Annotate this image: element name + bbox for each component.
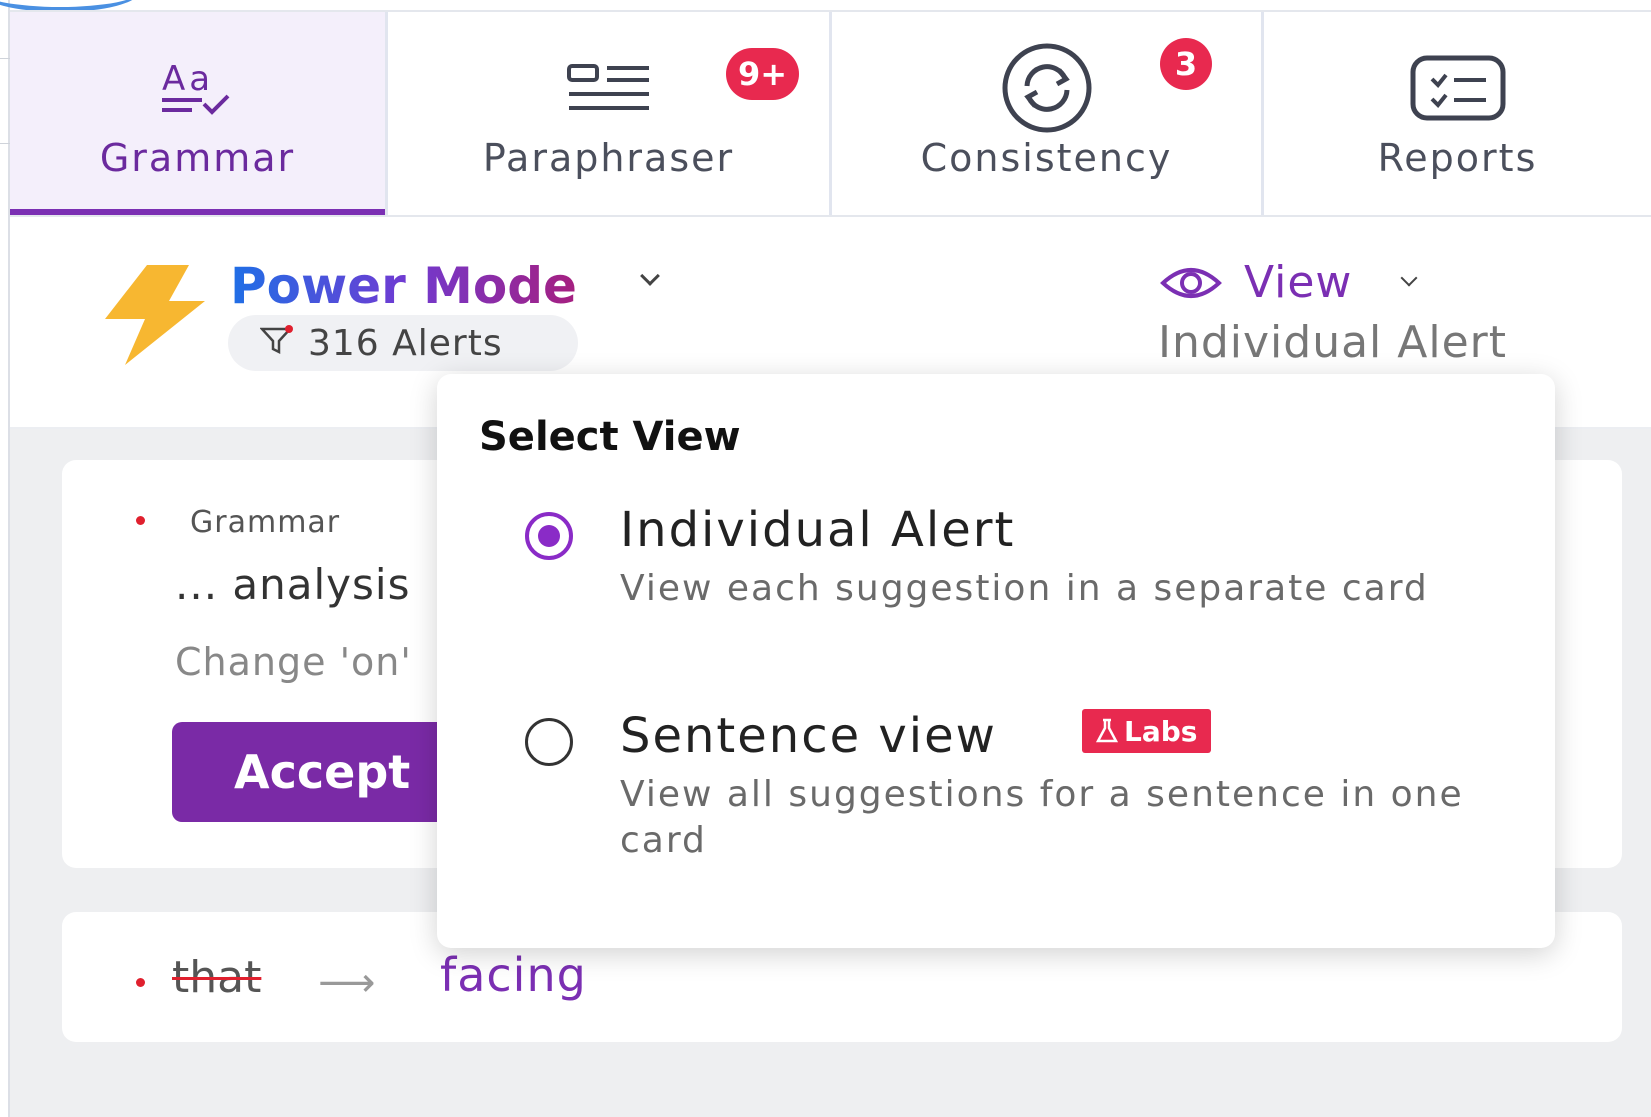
svg-text:Aa: Aa <box>162 59 214 99</box>
tab-label: Reports <box>1377 136 1538 180</box>
tab-reports[interactable]: Reports <box>1264 12 1651 215</box>
alert-snippet: ... analysis <box>175 560 411 609</box>
radio-sentence-view[interactable] <box>525 718 573 766</box>
alert-category: Grammar <box>190 505 341 540</box>
original-word: that <box>172 952 262 1003</box>
arrow-right-icon: ⟶ <box>318 960 376 1006</box>
replacement-word[interactable]: facing <box>440 948 587 1002</box>
tab-label: Consistency <box>920 136 1173 180</box>
option-description: View all suggestions for a sentence in o… <box>620 774 1464 861</box>
divider <box>0 58 10 59</box>
view-label: View <box>1244 257 1353 308</box>
view-dropdown[interactable]: View <box>1160 257 1352 308</box>
notification-badge: 3 <box>1160 38 1212 90</box>
option-description: View each suggestion in a separate card <box>620 568 1429 609</box>
left-strip <box>0 0 10 1117</box>
feature-tabs: Aa Grammar Paraphraser 9+ Consistency 3 … <box>10 10 1651 217</box>
radio-individual-alert[interactable] <box>525 512 573 560</box>
chevron-down-icon[interactable] <box>1400 269 1418 287</box>
accept-button[interactable]: Accept <box>172 722 472 822</box>
filter-icon <box>259 323 294 364</box>
labs-badge: Labs <box>1082 709 1212 753</box>
consistency-icon <box>999 43 1095 133</box>
select-view-dropdown: Select View Individual Alert View each s… <box>437 374 1555 948</box>
labs-label: Labs <box>1124 714 1198 748</box>
lightning-bolt-icon <box>105 265 205 369</box>
current-view-value: Individual Alert <box>1158 317 1508 368</box>
tab-consistency[interactable]: Consistency 3 <box>832 12 1264 215</box>
dropdown-title: Select View <box>479 414 741 460</box>
tab-paraphraser[interactable]: Paraphraser 9+ <box>388 12 832 215</box>
mode-title[interactable]: Power Mode <box>230 257 577 315</box>
option-title[interactable]: Sentence view <box>620 708 997 764</box>
alert-hint: Change 'on' <box>175 640 412 684</box>
notification-badge: 9+ <box>726 48 800 100</box>
chevron-down-icon[interactable] <box>640 266 660 286</box>
reports-icon <box>1410 54 1506 122</box>
eye-icon <box>1160 263 1222 303</box>
paraphraser-icon <box>566 54 651 122</box>
alerts-count: 316 Alerts <box>308 322 503 364</box>
tab-grammar[interactable]: Aa Grammar <box>10 12 388 215</box>
option-title[interactable]: Individual Alert <box>620 502 1015 558</box>
tab-label: Grammar <box>99 136 296 180</box>
alerts-filter-button[interactable]: 316 Alerts <box>228 315 578 371</box>
divider <box>0 143 10 144</box>
grammar-icon: Aa <box>158 54 238 122</box>
severity-dot <box>136 516 145 525</box>
tab-label: Paraphraser <box>482 136 735 180</box>
flask-icon <box>1096 718 1118 744</box>
severity-dot <box>136 978 145 987</box>
